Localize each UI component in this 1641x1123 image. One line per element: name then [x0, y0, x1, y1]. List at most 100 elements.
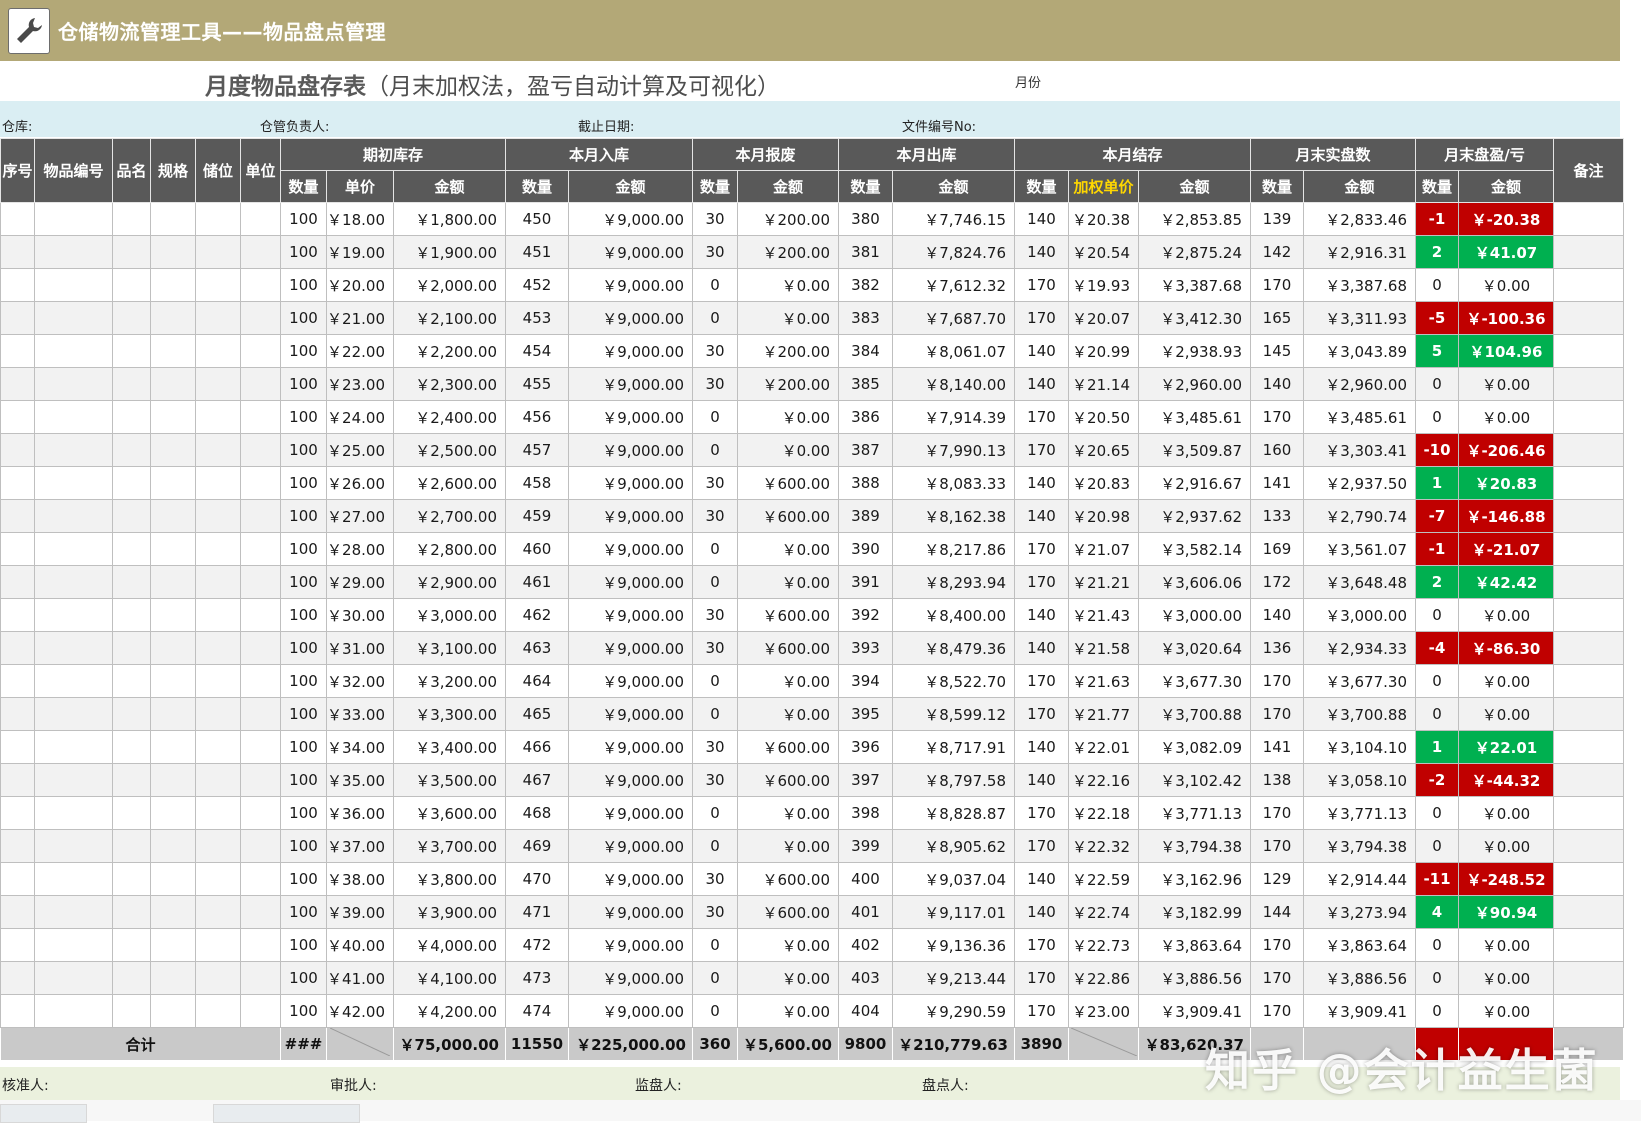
opening-qty-cell[interactable]: 100 — [280, 895, 327, 929]
empty-cell[interactable] — [112, 466, 151, 500]
outbound-qty-cell[interactable]: 390 — [838, 532, 893, 566]
total-scrap-qty[interactable]: 360 — [692, 1027, 738, 1061]
inbound-amount-cell[interactable]: ￥9,000.00 — [568, 598, 693, 632]
diff-qty-cell[interactable]: -2 — [1415, 763, 1459, 797]
opening-amount-cell[interactable]: ￥2,200.00 — [393, 334, 506, 368]
actual-qty-cell[interactable]: 140 — [1250, 367, 1304, 401]
weighted-price-cell[interactable]: ￥22.16 — [1068, 763, 1139, 797]
opening-qty-cell[interactable]: 100 — [280, 862, 327, 896]
ending-qty-cell[interactable]: 140 — [1014, 895, 1069, 929]
outbound-amount-cell[interactable]: ￥9,290.59 — [892, 994, 1015, 1028]
diff-qty-cell[interactable]: -1 — [1415, 202, 1459, 236]
empty-cell[interactable] — [195, 532, 241, 566]
empty-cell[interactable] — [240, 862, 281, 896]
inbound-amount-cell[interactable]: ￥9,000.00 — [568, 301, 693, 335]
subheader-weighted-price[interactable]: 加权单价 — [1068, 170, 1139, 203]
diff-amount-cell[interactable]: ￥0.00 — [1458, 664, 1554, 698]
empty-cell[interactable] — [240, 433, 281, 467]
weighted-price-cell[interactable]: ￥21.63 — [1068, 664, 1139, 698]
ending-qty-cell[interactable]: 170 — [1014, 400, 1069, 434]
ending-qty-cell[interactable]: 170 — [1014, 829, 1069, 863]
weighted-price-cell[interactable]: ￥22.86 — [1068, 961, 1139, 995]
opening-qty-cell[interactable]: 100 — [280, 829, 327, 863]
outbound-amount-cell[interactable]: ￥8,162.38 — [892, 499, 1015, 533]
actual-qty-cell[interactable]: 140 — [1250, 598, 1304, 632]
scrap-amount-cell[interactable]: ￥0.00 — [737, 664, 839, 698]
ending-amount-cell[interactable]: ￥3,102.42 — [1138, 763, 1251, 797]
ending-qty-cell[interactable]: 140 — [1014, 730, 1069, 764]
inbound-amount-cell[interactable]: ￥9,000.00 — [568, 532, 693, 566]
header-inbound[interactable]: 本月入库 — [505, 138, 693, 171]
actual-qty-cell[interactable]: 129 — [1250, 862, 1304, 896]
empty-cell[interactable] — [112, 400, 151, 434]
header-scrap[interactable]: 本月报废 — [692, 138, 839, 171]
empty-cell[interactable] — [112, 631, 151, 665]
diff-amount-cell[interactable]: ￥0.00 — [1458, 367, 1554, 401]
empty-cell[interactable] — [150, 796, 196, 830]
weighted-price-cell[interactable]: ￥22.74 — [1068, 895, 1139, 929]
total-empty-cell[interactable] — [326, 1027, 394, 1061]
outbound-amount-cell[interactable]: ￥8,828.87 — [892, 796, 1015, 830]
empty-cell[interactable] — [150, 928, 196, 962]
inbound-amount-cell[interactable]: ￥9,000.00 — [568, 235, 693, 269]
weighted-price-cell[interactable]: ￥20.98 — [1068, 499, 1139, 533]
empty-cell[interactable] — [112, 499, 151, 533]
empty-cell[interactable] — [0, 796, 35, 830]
empty-cell[interactable] — [112, 829, 151, 863]
empty-cell[interactable] — [150, 400, 196, 434]
empty-cell[interactable] — [240, 829, 281, 863]
empty-cell[interactable] — [34, 235, 113, 269]
empty-cell[interactable] — [240, 730, 281, 764]
opening-qty-cell[interactable]: 100 — [280, 334, 327, 368]
scrap-amount-cell[interactable]: ￥200.00 — [737, 367, 839, 401]
actual-qty-cell[interactable]: 170 — [1250, 961, 1304, 995]
empty-cell[interactable] — [240, 631, 281, 665]
ending-amount-cell[interactable]: ￥3,387.68 — [1138, 268, 1251, 302]
empty-cell[interactable] — [0, 697, 35, 731]
ending-amount-cell[interactable]: ￥3,509.87 — [1138, 433, 1251, 467]
diff-qty-cell[interactable]: 0 — [1415, 598, 1459, 632]
outbound-qty-cell[interactable]: 404 — [838, 994, 893, 1028]
opening-unit-price-cell[interactable]: ￥34.00 — [326, 730, 394, 764]
empty-cell[interactable] — [0, 598, 35, 632]
opening-unit-price-cell[interactable]: ￥31.00 — [326, 631, 394, 665]
ending-qty-cell[interactable]: 170 — [1014, 994, 1069, 1028]
opening-unit-price-cell[interactable]: ￥22.00 — [326, 334, 394, 368]
empty-cell[interactable] — [240, 367, 281, 401]
remark-cell[interactable] — [1553, 895, 1624, 929]
scrap-qty-cell[interactable]: 0 — [692, 697, 738, 731]
empty-cell[interactable] — [34, 895, 113, 929]
empty-cell[interactable] — [34, 961, 113, 995]
empty-cell[interactable] — [240, 466, 281, 500]
empty-cell[interactable] — [34, 202, 113, 236]
outbound-qty-cell[interactable]: 396 — [838, 730, 893, 764]
empty-cell[interactable] — [34, 862, 113, 896]
scrap-qty-cell[interactable]: 0 — [692, 829, 738, 863]
subheader-amount[interactable]: 金额 — [568, 170, 693, 203]
remark-cell[interactable] — [1553, 928, 1624, 962]
opening-qty-cell[interactable]: 100 — [280, 268, 327, 302]
opening-amount-cell[interactable]: ￥2,100.00 — [393, 301, 506, 335]
outbound-qty-cell[interactable]: 397 — [838, 763, 893, 797]
empty-cell[interactable] — [195, 433, 241, 467]
outbound-amount-cell[interactable]: ￥9,037.04 — [892, 862, 1015, 896]
actual-qty-cell[interactable]: 141 — [1250, 466, 1304, 500]
diff-qty-cell[interactable]: 4 — [1415, 895, 1459, 929]
remark-cell[interactable] — [1553, 961, 1624, 995]
ending-amount-cell[interactable]: ￥3,863.64 — [1138, 928, 1251, 962]
remark-cell[interactable] — [1553, 532, 1624, 566]
empty-cell[interactable] — [150, 367, 196, 401]
empty-cell[interactable] — [0, 334, 35, 368]
remark-cell[interactable] — [1553, 301, 1624, 335]
actual-qty-cell[interactable]: 170 — [1250, 829, 1304, 863]
diff-qty-cell[interactable]: 0 — [1415, 994, 1459, 1028]
empty-cell[interactable] — [0, 466, 35, 500]
diff-amount-cell[interactable]: ￥0.00 — [1458, 598, 1554, 632]
outbound-qty-cell[interactable]: 402 — [838, 928, 893, 962]
scrap-amount-cell[interactable]: ￥600.00 — [737, 763, 839, 797]
diff-amount-cell[interactable]: ￥90.94 — [1458, 895, 1554, 929]
scrap-qty-cell[interactable]: 0 — [692, 565, 738, 599]
outbound-amount-cell[interactable]: ￥8,479.36 — [892, 631, 1015, 665]
diff-qty-cell[interactable]: 0 — [1415, 829, 1459, 863]
diff-amount-cell[interactable]: ￥0.00 — [1458, 268, 1554, 302]
